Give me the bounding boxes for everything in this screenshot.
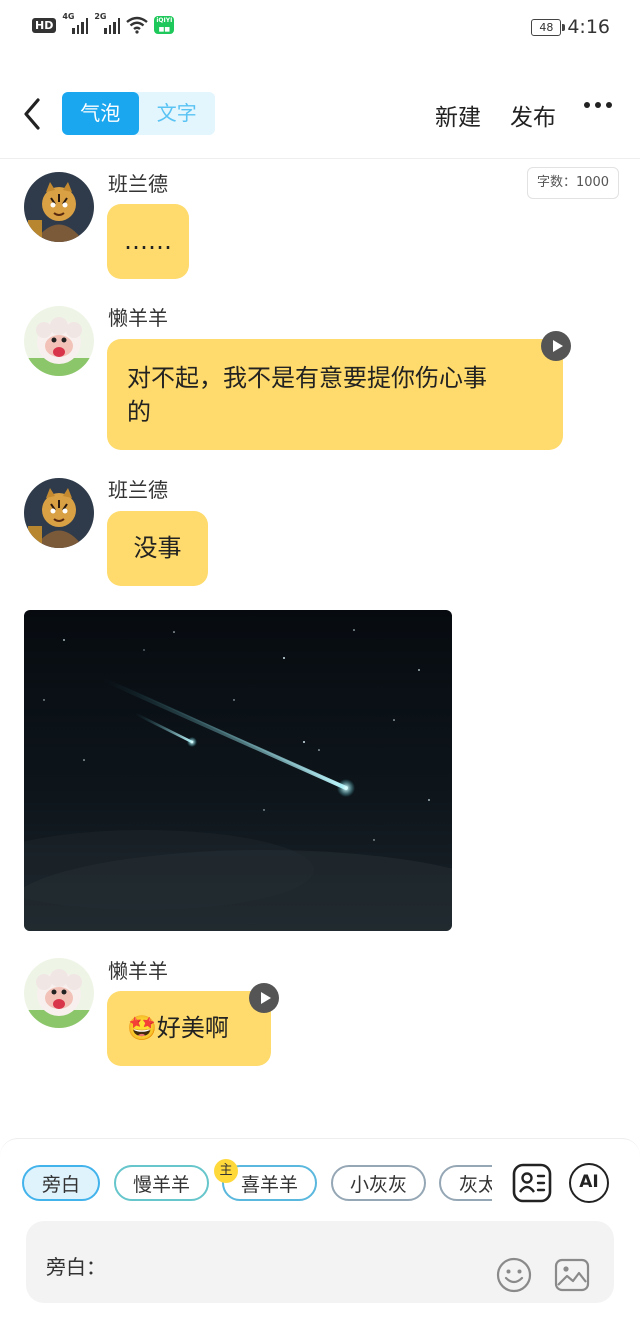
speaker-name: 懒羊羊 [108, 959, 168, 983]
avatar-tiger[interactable] [24, 172, 94, 242]
tab-text[interactable]: 文字 [139, 92, 216, 135]
more-dots-icon[interactable] [584, 102, 612, 108]
meteor-night-sky-image[interactable] [24, 610, 452, 931]
hd-indicator: HD [32, 17, 57, 33]
message-text-line: 的 [127, 398, 151, 426]
emoji-icon[interactable] [496, 1257, 532, 1293]
avatar-sheep[interactable] [24, 958, 94, 1028]
character-card-icon[interactable] [512, 1163, 552, 1203]
play-voice-icon[interactable] [541, 331, 571, 361]
character-selector[interactable]: 旁白 慢羊羊 喜羊羊 小灰灰 灰太 [22, 1165, 492, 1205]
star-struck-emoji-icon: 🤩 [127, 1014, 157, 1042]
message-text: 好美啊 [156, 1014, 229, 1042]
wifi-icon [126, 16, 149, 34]
play-voice-icon[interactable] [249, 983, 279, 1013]
speaker-name: 班兰德 [108, 478, 168, 502]
new-button[interactable]: 新建 [435, 98, 481, 132]
speaker-name: 班兰德 [108, 172, 168, 196]
battery-icon: 48 [531, 18, 566, 36]
character-chip[interactable]: 旁白 [22, 1165, 100, 1201]
message-bubble[interactable]: 🤩好美啊 [107, 991, 271, 1066]
clock: 4:16 [567, 16, 610, 38]
speaker-name: 懒羊羊 [108, 306, 168, 330]
mode-segmented-control: 气泡 文字 [62, 92, 215, 135]
compose-panel: 旁白 慢羊羊 喜羊羊 小灰灰 灰太 主 AI 旁白： [0, 1138, 640, 1331]
app-notification-icon: iQIYI ■■ [154, 16, 175, 34]
top-toolbar: 气泡 文字 新建 发布 [0, 80, 640, 159]
character-chip[interactable]: 慢羊羊 [114, 1165, 209, 1201]
avatar-sheep[interactable] [24, 306, 94, 376]
dialogue-input[interactable]: 旁白： [26, 1221, 614, 1303]
character-chip[interactable]: 小灰灰 [331, 1165, 426, 1201]
avatar-tiger[interactable] [24, 478, 94, 548]
message-text: 没事 [133, 534, 182, 562]
message-bubble[interactable]: …… [107, 204, 189, 279]
message-text-line: 对不起，我不是有意要提你伤心事 [127, 364, 487, 392]
ai-button[interactable]: AI [569, 1163, 609, 1203]
signal-2-icon: 2G [94, 12, 121, 34]
publish-button[interactable]: 发布 [510, 98, 556, 132]
character-chip[interactable]: 灰太 [439, 1165, 492, 1201]
signal-1-icon: 4G [62, 12, 89, 34]
message-text: …… [124, 227, 172, 255]
word-count-badge: 字数：1000 [527, 167, 619, 199]
input-placeholder: 旁白： [46, 1255, 106, 1279]
tab-bubble[interactable]: 气泡 [62, 92, 139, 135]
status-bar: HD 4G 2G iQIYI ■■ 48 4:16 [0, 0, 640, 58]
message-bubble[interactable]: 对不起，我不是有意要提你伤心事 的 [107, 339, 563, 450]
main-character-badge: 主 [214, 1159, 238, 1183]
image-icon[interactable] [554, 1257, 590, 1293]
message-bubble[interactable]: 没事 [107, 511, 208, 586]
back-arrow-icon[interactable] [20, 94, 46, 134]
